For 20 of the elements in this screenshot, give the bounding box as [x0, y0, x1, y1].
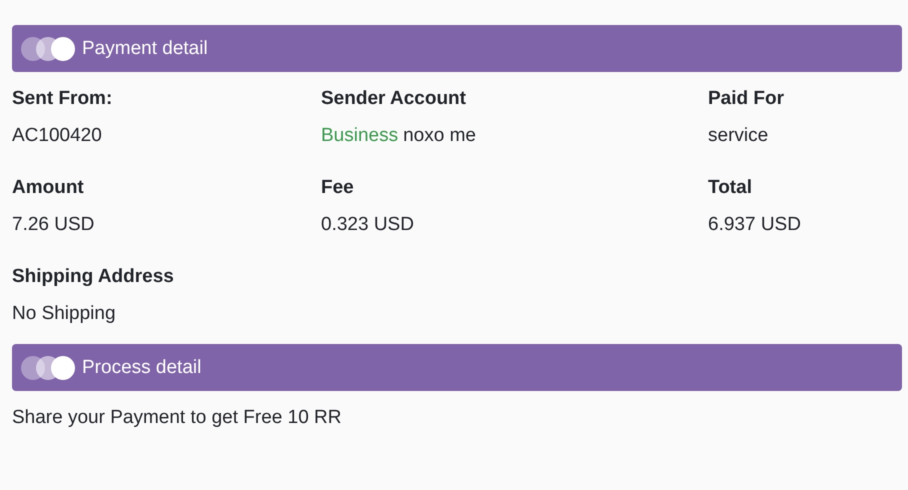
field-label: Shipping Address: [12, 266, 174, 288]
section-title: Payment detail: [82, 38, 208, 60]
field-label: Total: [708, 177, 752, 199]
section-title: Process detail: [82, 356, 202, 378]
field-label: Paid For: [708, 88, 784, 110]
field-value: 6.937 USD: [708, 214, 801, 236]
field-value: 7.26 USD: [12, 214, 94, 236]
field-value: 0.323 USD: [321, 214, 414, 236]
field-value: service: [708, 125, 768, 147]
field-value: No Shipping: [12, 303, 116, 325]
field-label: Sender Account: [321, 88, 466, 110]
info-text: Share your Payment to get Free 10 RR: [12, 407, 342, 429]
field-label: Amount: [12, 177, 84, 199]
field-value: AC100420: [12, 125, 102, 147]
circles-icon: [20, 36, 76, 62]
circles-icon: [20, 354, 76, 380]
field-label: Fee: [321, 177, 354, 199]
account-type: Business: [321, 125, 398, 147]
field-value: noxo me: [403, 125, 476, 147]
field-label: Sent From:: [12, 88, 112, 110]
